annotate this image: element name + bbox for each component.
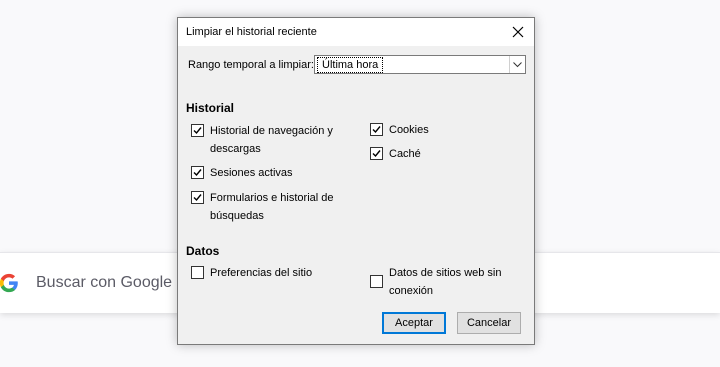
- checkbox-label: Historial de navegación y descargas: [210, 125, 333, 155]
- dialog-titlebar: Limpiar el historial reciente: [178, 18, 534, 46]
- checkbox-active-sessions[interactable]: Sesiones activas: [191, 164, 293, 182]
- checkmark-icon: [193, 194, 202, 202]
- datos-heading: Datos: [186, 244, 220, 258]
- checkbox-box[interactable]: [191, 266, 204, 279]
- checkbox-label: Preferencias del sitio: [210, 267, 313, 279]
- accept-button[interactable]: Aceptar: [382, 312, 446, 334]
- checkbox-label: Sesiones activas: [210, 167, 293, 179]
- checkbox-label: Caché: [389, 148, 421, 160]
- checkmark-icon: [193, 169, 202, 177]
- cancel-button[interactable]: Cancelar: [457, 312, 521, 334]
- checkbox-label: Datos de sitios web sin conexión: [389, 267, 502, 297]
- checkbox-box[interactable]: [370, 147, 383, 160]
- checkbox-label: Formularios e historial de búsquedas: [210, 192, 334, 222]
- checkbox-label: Cookies: [389, 124, 429, 136]
- time-range-label: Rango temporal a limpiar:: [188, 59, 314, 71]
- checkbox-browsing-history[interactable]: Historial de navegación y descargas: [191, 122, 351, 158]
- historial-heading: Historial: [186, 101, 235, 115]
- checkbox-forms-history[interactable]: Formularios e historial de búsquedas: [191, 189, 351, 225]
- clear-history-dialog: Limpiar el historial reciente Rango temp…: [177, 17, 535, 345]
- checkbox-offline-data[interactable]: Datos de sitios web sin conexión: [370, 264, 510, 300]
- close-icon[interactable]: [508, 22, 528, 42]
- checkmark-icon: [193, 127, 202, 135]
- checkbox-box[interactable]: [370, 123, 383, 136]
- google-icon: [0, 273, 18, 293]
- checkbox-box[interactable]: [370, 275, 383, 288]
- dialog-title: Limpiar el historial reciente: [186, 26, 317, 38]
- checkbox-box[interactable]: [191, 124, 204, 137]
- checkbox-box[interactable]: [191, 166, 204, 179]
- checkmark-icon: [372, 126, 381, 134]
- chevron-down-icon: [509, 56, 525, 73]
- checkbox-cookies[interactable]: Cookies: [370, 121, 429, 139]
- checkbox-box[interactable]: [191, 191, 204, 204]
- checkmark-icon: [372, 150, 381, 158]
- search-placeholder: Buscar con Google: [36, 274, 173, 291]
- checkbox-cache[interactable]: Caché: [370, 145, 421, 163]
- checkbox-site-preferences[interactable]: Preferencias del sitio: [191, 264, 312, 282]
- time-range-value: Última hora: [317, 57, 384, 73]
- time-range-select[interactable]: Última hora: [314, 55, 526, 74]
- page: Buscar con Google Limpiar el historial r…: [0, 0, 720, 367]
